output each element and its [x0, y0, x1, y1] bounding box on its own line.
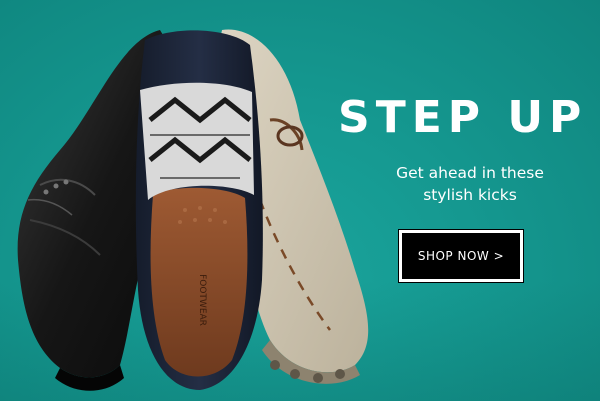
canvas-slip-on: FOOTWEAR: [135, 30, 263, 390]
shop-now-button[interactable]: SHOP NOW >: [398, 229, 524, 283]
subheadline-line-2: stylish kicks: [423, 186, 517, 204]
headline: STEP UP: [338, 92, 588, 143]
promo-banner: FOOTWEAR STEP UP Get ahead in these styl…: [0, 0, 600, 401]
subheadline-line-1: Get ahead in these: [396, 164, 544, 182]
subheadline: Get ahead in these stylish kicks: [370, 162, 570, 206]
shop-now-label: SHOP NOW >: [417, 249, 505, 263]
insole-brand-text: FOOTWEAR: [197, 274, 207, 326]
